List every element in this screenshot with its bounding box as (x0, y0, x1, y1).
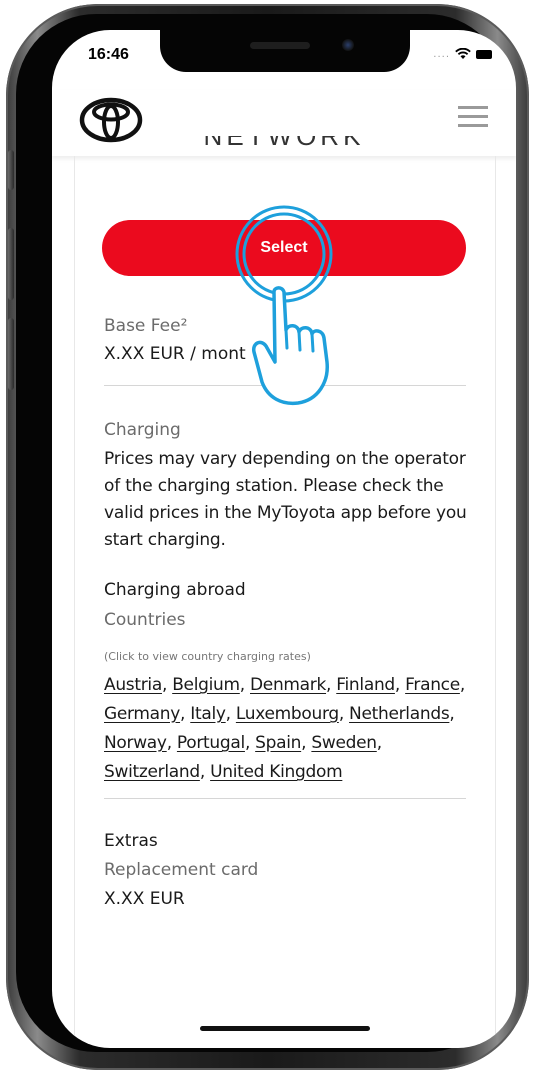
countries-list: Austria, Belgium, Denmark, Finland, Fran… (104, 675, 465, 782)
country-link[interactable]: United Kingdom (210, 762, 343, 782)
front-camera (342, 39, 354, 51)
base-fee-value: X.XX EUR / mont (104, 344, 246, 364)
status-time: 16:46 (88, 46, 129, 63)
base-fee-label: Base Fee² (104, 316, 188, 336)
signal-dots: .... (433, 48, 450, 60)
hamburger-menu-icon[interactable] (458, 106, 488, 128)
speaker-grille (250, 42, 310, 49)
notch (160, 30, 410, 72)
divider (104, 798, 466, 799)
volume-down-button (8, 318, 14, 390)
countries-label: Countries (104, 610, 186, 630)
country-link[interactable]: Sweden (311, 733, 377, 753)
charging-description: Prices may vary depending on the operato… (104, 449, 467, 550)
plan-title: NETWORK (203, 136, 365, 151)
status-icons: .... (433, 48, 492, 60)
country-link[interactable]: Germany (104, 704, 180, 724)
country-link[interactable]: Italy (190, 704, 226, 724)
country-link[interactable]: France (405, 675, 460, 695)
home-indicator[interactable] (200, 1026, 370, 1031)
replacement-card-price: X.XX EUR (104, 889, 185, 909)
device-mockup: 16:46 .... NETWORK Select Base Fee² X.XX… (0, 0, 535, 1076)
select-button[interactable]: Select (102, 220, 466, 276)
charging-abroad-label: Charging abroad (104, 580, 246, 600)
mute-switch (8, 150, 14, 190)
country-link[interactable]: Portugal (177, 733, 245, 753)
divider (104, 385, 466, 386)
volume-up-button (8, 228, 14, 300)
country-link[interactable]: Spain (255, 733, 301, 753)
countries-note: (Click to view country charging rates) (104, 650, 311, 663)
country-link[interactable]: Switzerland (104, 762, 200, 782)
extras-label: Extras (104, 831, 158, 851)
wifi-icon (455, 48, 471, 59)
country-link[interactable]: Finland (336, 675, 395, 695)
replacement-card-label: Replacement card (104, 860, 259, 880)
country-link[interactable]: Luxembourg (236, 704, 339, 724)
plan-card (74, 156, 496, 1048)
country-link[interactable]: Netherlands (349, 704, 450, 724)
battery-icon (476, 49, 492, 59)
charging-label: Charging (104, 420, 181, 440)
country-link[interactable]: Belgium (172, 675, 240, 695)
country-link[interactable]: Denmark (250, 675, 326, 695)
phone-screen: 16:46 .... NETWORK Select Base Fee² X.XX… (52, 30, 516, 1048)
country-link[interactable]: Austria (104, 675, 162, 695)
country-link[interactable]: Norway (104, 733, 167, 753)
